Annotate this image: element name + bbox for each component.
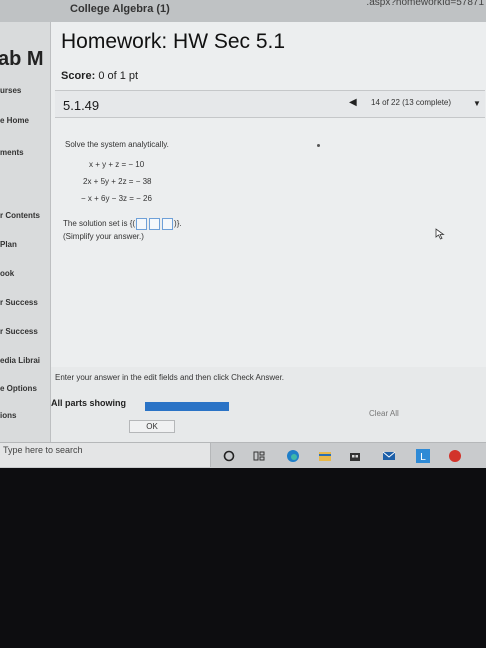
- stray-dot: [317, 144, 320, 147]
- answer-z-input[interactable]: [162, 218, 174, 230]
- parts-showing-label: All parts showing: [51, 398, 127, 408]
- sidebar-item-tools[interactable]: ions: [0, 411, 16, 420]
- simplify-hint: (Simplify your answer.): [63, 232, 144, 241]
- equation-1: x + y + z = − 10: [89, 160, 145, 169]
- sidebar-item-media-library[interactable]: edia Librai: [0, 356, 40, 365]
- edge-icon[interactable]: [286, 449, 300, 463]
- parts-progress-fill: [145, 402, 229, 411]
- question-prompt: Solve the system analytically.: [65, 140, 169, 149]
- clear-all-button[interactable]: Clear All: [369, 409, 399, 418]
- homework-panel: Homework: HW Sec 5.1 Score: 0 of 1 pt 5.…: [50, 22, 486, 442]
- question-progress[interactable]: 14 of 22 (13 complete): [371, 98, 451, 107]
- equation-2: 2x + 5y + 2z = − 38: [83, 177, 152, 186]
- sidebar-item-home[interactable]: e Home: [0, 116, 29, 125]
- browser-tab-title[interactable]: College Algebra (1): [70, 3, 170, 15]
- url-fragment[interactable]: .aspx?homeworkId=57871: [366, 0, 484, 8]
- monitor-screen: College Algebra (1) .aspx?homeworkId=578…: [0, 0, 486, 468]
- solution-prefix: The solution set is {(: [63, 219, 136, 229]
- sidebar-item-courses[interactable]: urses: [0, 86, 21, 95]
- sidebar-item-success-1[interactable]: r Success: [0, 298, 38, 307]
- windows-taskbar: Type here to search L: [0, 442, 486, 468]
- score-value: 0 of 1 pt: [98, 70, 139, 82]
- question-number: 5.1.49: [63, 98, 100, 113]
- answer-x-input[interactable]: [136, 218, 148, 230]
- taskbar-search-box[interactable]: Type here to search: [0, 443, 211, 467]
- app-l-icon[interactable]: L: [416, 449, 430, 463]
- sidebar-item-options[interactable]: e Options: [0, 384, 37, 393]
- sidebar-item-success-2[interactable]: r Success: [0, 327, 38, 336]
- score-label: Score:: [61, 70, 96, 82]
- answer-y-input[interactable]: [149, 218, 161, 230]
- next-question-icon[interactable]: ▼: [473, 99, 481, 108]
- taskbar-search-placeholder: Type here to search: [3, 445, 83, 455]
- sidebar-brand: ab M: [0, 48, 44, 70]
- svg-text:L: L: [420, 452, 426, 463]
- question-bar: 5.1.49 ◀ 14 of 22 (13 complete) ▼: [55, 90, 485, 118]
- mouse-pointer-icon: [435, 228, 445, 240]
- answer-footer: Enter your answer in the edit fields and…: [51, 367, 486, 442]
- sidebar-item-ebook[interactable]: ook: [0, 269, 14, 278]
- cortana-icon[interactable]: [222, 449, 236, 463]
- file-explorer-icon[interactable]: [318, 449, 332, 463]
- sidebar-item-contents[interactable]: r Contents: [0, 211, 40, 220]
- app-red-icon[interactable]: [448, 449, 462, 463]
- score-line: Score: 0 of 1 pt: [61, 70, 138, 82]
- browser-top-bar: College Algebra (1) .aspx?homeworkId=578…: [0, 0, 486, 23]
- check-answer-instruction: Enter your answer in the edit fields and…: [55, 373, 285, 382]
- mail-icon[interactable]: [382, 449, 396, 463]
- solution-suffix: )}.: [174, 219, 182, 229]
- ok-button[interactable]: OK: [129, 420, 175, 433]
- task-view-icon[interactable]: [252, 449, 266, 463]
- equation-3: − x + 6y − 3z = − 26: [81, 194, 152, 203]
- sidebar-item-plan[interactable]: Plan: [0, 240, 17, 249]
- solution-set-line: The solution set is {()}.: [63, 218, 182, 230]
- sidebar-item-assignments[interactable]: ments: [0, 148, 24, 157]
- parts-progress-bar: [145, 402, 229, 411]
- store-icon[interactable]: [348, 449, 362, 463]
- homework-title: Homework: HW Sec 5.1: [61, 30, 286, 53]
- previous-question-icon[interactable]: ◀: [349, 97, 357, 108]
